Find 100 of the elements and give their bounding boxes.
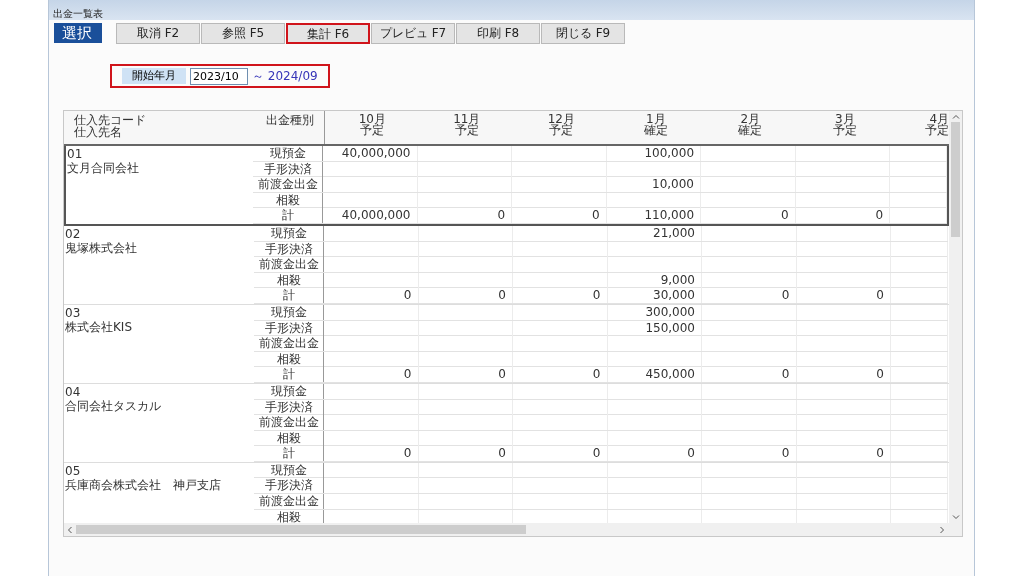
supplier-name: 鬼塚株式会社 [65, 240, 137, 255]
toolbar-button[interactable]: プレビュ F7 [371, 22, 455, 44]
column-header: 予定 [925, 125, 949, 136]
payment-type: 前渡金出金 [258, 336, 319, 352]
column-header: 11月 [453, 114, 481, 125]
column-header: 4月 [929, 114, 949, 125]
supplier-code: 01 [67, 147, 83, 161]
payment-type: 前渡金出金 [258, 415, 319, 431]
payment-type: 計 [282, 446, 295, 462]
supplier-group[interactable]: 03 株式会社KIS 現預金 300,000 手形決済 150,000 前渡金出金 相殺 計 0 0 0 450,000 0 0 [64, 304, 949, 384]
payment-type: 前渡金出金 [258, 494, 319, 510]
payment-type: 手形決済 [264, 320, 313, 336]
amount-cell: 10,000 [652, 177, 694, 193]
payment-type: 計 [282, 288, 295, 304]
start-month-field[interactable]: 2023/10 [190, 67, 248, 85]
range-text: ～ 2024/09 [252, 68, 318, 85]
supplier-group[interactable]: 04 合同会社タスカル 現預金 手形決済 前渡金出金 相殺 計 0 0 0 0 0 0 [64, 383, 949, 463]
supplier-name: 文月合同会社 [67, 161, 139, 175]
scroll-thumb[interactable] [76, 525, 526, 534]
supplier-name: 兵庫商会株式会社 神戸支店 [65, 477, 221, 492]
amount-cell: 0 [781, 288, 790, 304]
amount-cell: 0 [592, 446, 601, 462]
column-header: 予定 [549, 125, 574, 136]
supplier-code: 05 [65, 463, 81, 478]
toolbar-button[interactable]: 参照 F5 [201, 22, 285, 44]
supplier-group[interactable]: 02 鬼塚株式会社 現預金 21,000 手形決済 前渡金出金 相殺 9,000 計 0 0 0 30,000 0 0 [64, 225, 949, 305]
payment-type: 手形決済 [264, 399, 313, 415]
amount-cell: 0 [876, 446, 884, 462]
amount-cell: 0 [780, 208, 789, 224]
amount-cell: 450,000 [645, 367, 695, 383]
column-header: 仕入先名 [74, 126, 123, 138]
amount-cell: 0 [403, 446, 412, 462]
payment-type: 手形決済 [264, 241, 313, 257]
payment-type: 現預金 [270, 304, 307, 320]
supplier-name: 株式会社KIS [65, 319, 133, 334]
amount-cell: 9,000 [660, 272, 695, 288]
payment-type: 相殺 [276, 272, 301, 288]
scroll-thumb[interactable] [951, 122, 960, 237]
amount-cell: 150,000 [645, 320, 695, 336]
amount-cell: 0 [781, 367, 790, 383]
amount-cell: 110,000 [644, 208, 694, 224]
window-title: 出金一覧表 [53, 9, 103, 19]
amount-cell: 0 [403, 288, 412, 304]
amount-cell: 0 [591, 208, 600, 224]
payment-type: 現預金 [270, 225, 307, 241]
amount-cell: 0 [592, 367, 601, 383]
column-header: 3月 [834, 114, 855, 125]
amount-cell: 0 [687, 446, 695, 462]
amount-cell: 40,000,000 [341, 146, 411, 161]
column-header: 2月 [740, 114, 761, 125]
amount-cell: 0 [498, 446, 506, 462]
horizontal-scrollbar[interactable] [64, 523, 962, 536]
payment-type: 現預金 [270, 383, 307, 399]
amount-cell: 0 [781, 446, 790, 462]
amount-cell: 100,000 [644, 146, 694, 161]
amount-cell: 40,000,000 [341, 208, 411, 224]
column-header: 1月 [645, 114, 666, 125]
amount-cell: 0 [876, 288, 884, 304]
column-header: 予定 [832, 125, 857, 136]
payment-type: 計 [282, 367, 295, 383]
column-header: 12月 [547, 114, 575, 125]
payment-type: 前渡金出金 [258, 257, 319, 273]
amount-cell: 30,000 [653, 288, 695, 304]
supplier-group[interactable]: 01 文月合同会社 現預金 40,000,000 100,000 手形決済 前渡金出金 10,000 相殺 計 40,000,000 0 0 110,000 0 0 [64, 146, 949, 226]
field-label: 開始年月 [122, 68, 186, 84]
column-header: 確定 [643, 125, 668, 136]
scroll-right-icon[interactable] [938, 525, 946, 534]
column-header: 確定 [738, 125, 763, 136]
column-header: 出金種別 [265, 114, 314, 126]
toolbar-button[interactable]: 集計 F6 [286, 22, 370, 44]
payment-type: 手形決済 [263, 161, 312, 177]
payment-type: 前渡金出金 [257, 177, 318, 193]
payment-type: 計 [281, 208, 294, 224]
toolbar-button[interactable]: 取消 F2 [116, 22, 200, 44]
payment-type: 手形決済 [264, 478, 313, 494]
column-header: 仕入先コード [74, 114, 147, 126]
column-header: 予定 [454, 125, 479, 136]
column-header: 10月 [358, 114, 386, 125]
supplier-name: 合同会社タスカル [65, 398, 161, 413]
supplier-code: 03 [65, 305, 81, 320]
payment-type: 相殺 [275, 192, 300, 208]
amount-cell: 0 [876, 367, 884, 383]
payment-type: 現預金 [270, 462, 307, 478]
scroll-left-icon[interactable] [66, 525, 74, 534]
amount-cell: 21,000 [653, 225, 695, 241]
amount-cell: 0 [498, 367, 506, 383]
amount-cell: 0 [497, 208, 505, 224]
payment-type: 相殺 [276, 430, 301, 446]
scroll-up-icon[interactable] [951, 113, 960, 121]
amount-cell: 0 [403, 367, 412, 383]
amount-cell: 300,000 [645, 304, 695, 320]
toolbar-button[interactable]: 印刷 F8 [456, 22, 540, 44]
scroll-down-icon[interactable] [951, 513, 960, 521]
amount-cell: 0 [875, 208, 883, 224]
amount-cell: 0 [498, 288, 506, 304]
payment-type: 相殺 [276, 351, 301, 367]
vertical-scrollbar[interactable] [949, 111, 962, 523]
payment-type: 相殺 [276, 509, 301, 523]
toolbar-button[interactable]: 閉じる F9 [541, 22, 625, 44]
column-header: 予定 [360, 125, 385, 136]
